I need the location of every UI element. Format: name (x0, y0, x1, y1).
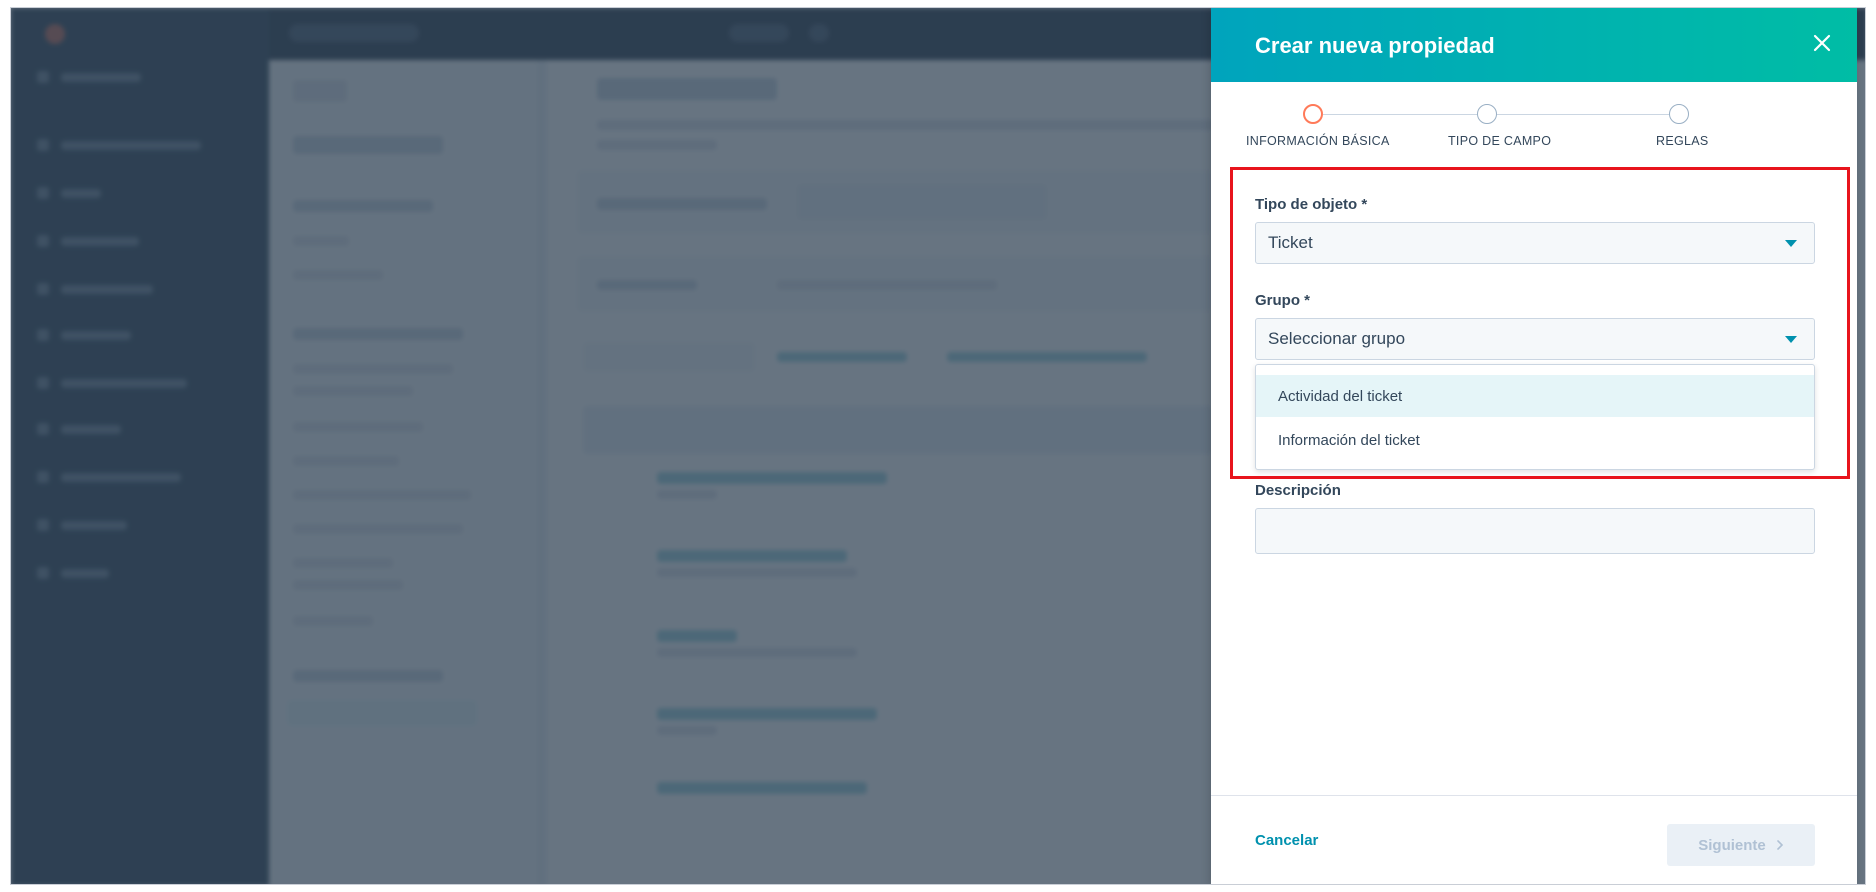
step-circle-field-type (1477, 104, 1497, 124)
app-window: Crear nueva propiedad INFORMACIÓN BÁSICA… (10, 7, 1866, 885)
panel-footer: Cancelar Siguiente (1211, 795, 1857, 884)
next-button-label: Siguiente (1698, 836, 1766, 854)
next-button[interactable]: Siguiente (1667, 824, 1815, 866)
step-label-basic-info: INFORMACIÓN BÁSICA (1246, 134, 1390, 148)
description-label: Descripción (1255, 482, 1341, 499)
step-connector (1497, 114, 1669, 115)
create-property-panel: Crear nueva propiedad INFORMACIÓN BÁSICA… (1211, 8, 1857, 884)
step-circle-rules (1669, 104, 1689, 124)
group-option-ticket-activity[interactable]: Actividad del ticket (1256, 375, 1814, 417)
chevron-right-icon (1776, 840, 1783, 850)
object-type-select[interactable]: Ticket (1255, 222, 1815, 264)
step-circle-basic-info (1303, 104, 1323, 124)
panel-header: Crear nueva propiedad (1211, 8, 1857, 82)
group-dropdown-menu: Actividad del ticket Información del tic… (1255, 364, 1815, 470)
group-select[interactable]: Seleccionar grupo (1255, 318, 1815, 360)
step-label-rules: REGLAS (1656, 134, 1709, 148)
wizard-stepper: INFORMACIÓN BÁSICA TIPO DE CAMPO REGLAS (1211, 104, 1857, 154)
group-placeholder: Seleccionar grupo (1268, 329, 1406, 348)
caret-down-icon (1785, 336, 1797, 343)
close-button[interactable] (1805, 26, 1839, 60)
step-label-field-type: TIPO DE CAMPO (1448, 134, 1552, 148)
close-icon (1813, 34, 1831, 52)
caret-down-icon (1785, 240, 1797, 247)
cancel-button[interactable]: Cancelar (1255, 832, 1318, 849)
step-connector (1323, 114, 1477, 115)
description-field[interactable] (1255, 508, 1815, 554)
group-option-ticket-information[interactable]: Información del ticket (1256, 419, 1814, 461)
object-type-value: Ticket (1268, 233, 1313, 252)
object-type-label: Tipo de objeto * (1255, 196, 1368, 213)
group-label: Grupo * (1255, 292, 1310, 309)
panel-title: Crear nueva propiedad (1255, 33, 1495, 58)
